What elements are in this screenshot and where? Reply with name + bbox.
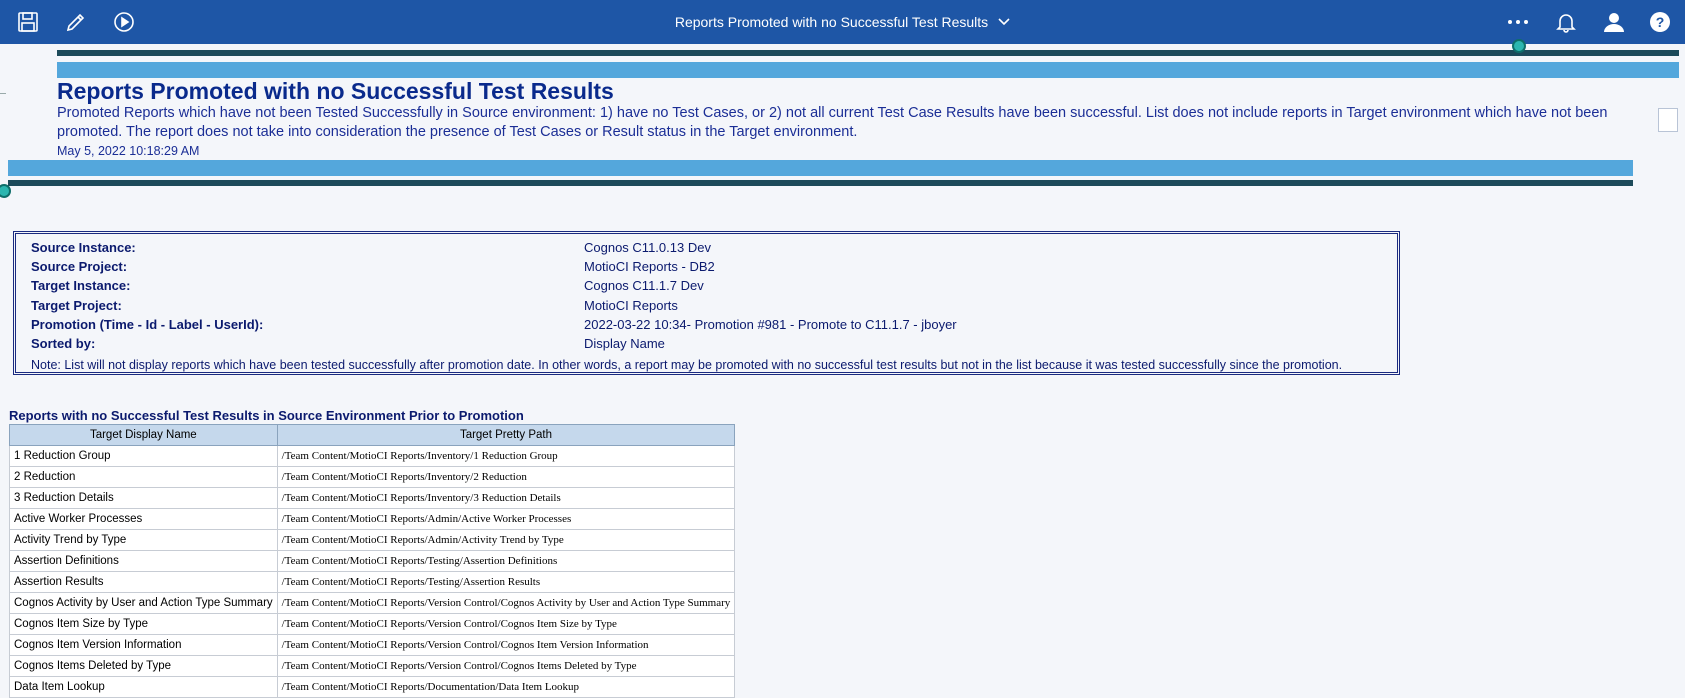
promotion-info-box: Source Instance: Cognos C11.0.13 Dev Sou… (13, 231, 1400, 375)
info-label: Target Project: (31, 298, 122, 313)
table-row: Cognos Item Size by Type/Team Content/Mo… (9, 613, 736, 635)
column-header-display-name[interactable]: Target Display Name (9, 424, 278, 446)
footer-band-light (8, 160, 1633, 176)
resize-handle-top[interactable] (1512, 39, 1526, 53)
left-edge-marker (0, 93, 6, 94)
report-heading: Reports Promoted with no Successful Test… (57, 78, 614, 104)
cell-display-name: Data Item Lookup (9, 676, 278, 698)
table-row: 1 Reduction Group/Team Content/MotioCI R… (9, 445, 736, 467)
document-icon[interactable] (1658, 108, 1678, 132)
cell-display-name: Cognos Item Version Information (9, 634, 278, 656)
cell-display-name: Cognos Items Deleted by Type (9, 655, 278, 677)
cell-pretty-path: /Team Content/MotioCI Reports/Admin/Acti… (276, 529, 736, 551)
appbar-title: Reports Promoted with no Successful Test… (674, 14, 989, 30)
info-label: Target Instance: (31, 278, 131, 293)
cell-display-name: 1 Reduction Group (9, 445, 278, 467)
cell-display-name: 3 Reduction Details (9, 487, 278, 509)
cell-pretty-path: /Team Content/MotioCI Reports/Version Co… (276, 655, 736, 677)
cell-pretty-path: /Team Content/MotioCI Reports/Testing/As… (276, 550, 736, 572)
resize-handle-left[interactable] (0, 184, 11, 198)
info-value: MotioCI Reports - DB2 (584, 259, 715, 274)
cell-display-name: Cognos Item Size by Type (9, 613, 278, 635)
more-ellipsis-icon[interactable] (1504, 8, 1532, 36)
report-description: Promoted Reports which have not been Tes… (57, 105, 1608, 140)
table-header-row: Target Display Name Target Pretty Path (9, 424, 736, 446)
table-row: 3 Reduction Details/Team Content/MotioCI… (9, 487, 736, 509)
table-row: Active Worker Processes/Team Content/Mot… (9, 508, 736, 530)
header-band-light (57, 62, 1679, 78)
cell-display-name: Activity Trend by Type (9, 529, 278, 551)
cell-display-name: Assertion Definitions (9, 550, 278, 572)
info-label: Promotion (Time - Id - Label - UserId): (31, 317, 264, 332)
table-row: Assertion Results/Team Content/MotioCI R… (9, 571, 736, 593)
info-value: Cognos C11.0.13 Dev (584, 240, 711, 255)
cell-display-name: Assertion Results (9, 571, 278, 593)
table-row: Cognos Item Version Information/Team Con… (9, 634, 736, 656)
svg-text:?: ? (1656, 14, 1665, 30)
info-value: Cognos C11.1.7 Dev (584, 278, 704, 293)
cell-pretty-path: /Team Content/MotioCI Reports/Version Co… (276, 634, 736, 656)
cell-display-name: 2 Reduction (9, 466, 278, 488)
column-header-pretty-path[interactable]: Target Pretty Path (276, 424, 736, 446)
save-icon[interactable] (14, 8, 42, 36)
report-timestamp: May 5, 2022 10:18:29 AM (57, 144, 200, 158)
cell-display-name: Cognos Activity by User and Action Type … (9, 592, 278, 614)
app-toolbar: Reports Promoted with no Successful Test… (0, 0, 1685, 44)
table-row: 2 Reduction/Team Content/MotioCI Reports… (9, 466, 736, 488)
table-row: Activity Trend by Type/Team Content/Moti… (9, 529, 736, 551)
cell-pretty-path: /Team Content/MotioCI Reports/Version Co… (276, 613, 736, 635)
info-label: Sorted by: (31, 336, 96, 351)
header-band-dark (57, 50, 1679, 56)
footer-band-dark (8, 180, 1633, 186)
cell-pretty-path: /Team Content/MotioCI Reports/Inventory/… (276, 445, 736, 467)
table-row: Cognos Activity by User and Action Type … (9, 592, 736, 614)
info-note: Note: List will not display reports whic… (31, 358, 1343, 372)
info-label: Source Project: (31, 259, 128, 274)
cell-pretty-path: /Team Content/MotioCI Reports/Inventory/… (276, 466, 736, 488)
user-avatar-icon[interactable] (1600, 8, 1628, 36)
info-value: MotioCI Reports (584, 298, 678, 313)
info-value: Display Name (584, 336, 665, 351)
table-row: Assertion Definitions/Team Content/Motio… (9, 550, 736, 572)
cell-display-name: Active Worker Processes (9, 508, 278, 530)
cell-pretty-path: /Team Content/MotioCI Reports/Testing/As… (276, 571, 736, 593)
table-row: Data Item Lookup/Team Content/MotioCI Re… (9, 676, 736, 698)
reports-table: Target Display Name Target Pretty Path 1… (9, 424, 736, 698)
table-row: Cognos Items Deleted by Type/Team Conten… (9, 655, 736, 677)
help-icon[interactable]: ? (1646, 8, 1674, 36)
cell-pretty-path: /Team Content/MotioCI Reports/Inventory/… (276, 487, 736, 509)
notifications-bell-icon[interactable] (1552, 8, 1580, 36)
cell-pretty-path: /Team Content/MotioCI Reports/Version Co… (276, 592, 736, 614)
title-container: Reports Promoted with no Successful Test… (0, 0, 1685, 44)
run-play-icon[interactable] (110, 8, 138, 36)
list-title: Reports with no Successful Test Results … (9, 408, 524, 423)
cell-pretty-path: /Team Content/MotioCI Reports/Documentat… (276, 676, 736, 698)
info-label: Source Instance: (31, 240, 136, 255)
cell-pretty-path: /Team Content/MotioCI Reports/Admin/Acti… (276, 508, 736, 530)
info-value: 2022-03-22 10:34- Promotion #981 - Promo… (584, 317, 957, 332)
chevron-down-icon (998, 18, 1010, 26)
edit-pencil-icon[interactable] (62, 8, 90, 36)
report-title-dropdown[interactable]: Reports Promoted with no Successful Test… (675, 14, 1010, 30)
